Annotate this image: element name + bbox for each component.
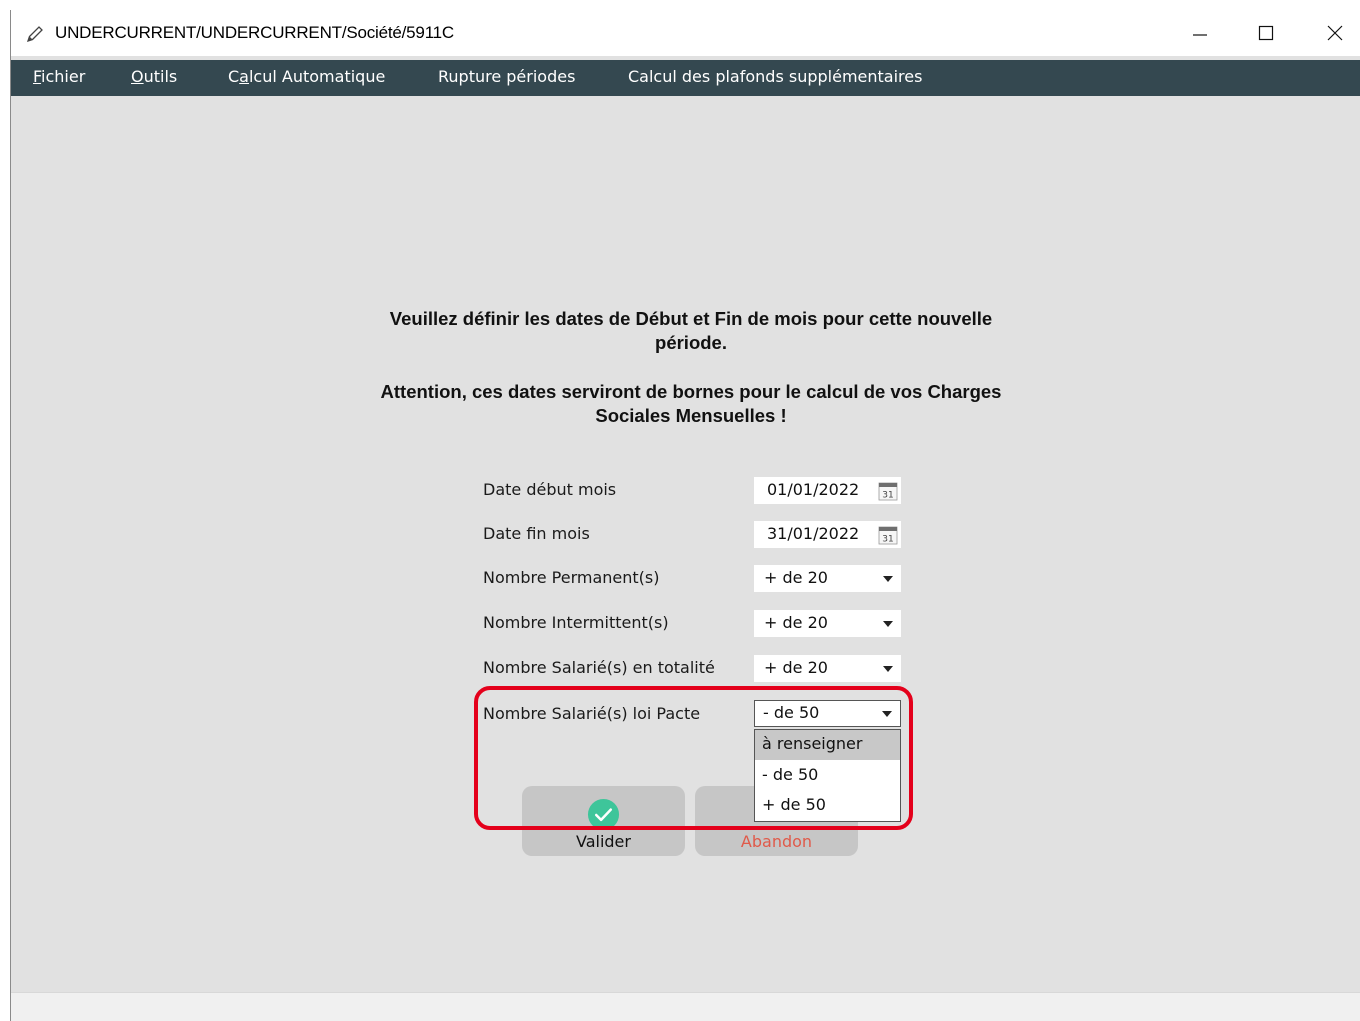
menu-calcul-automatique-mnemonic: a: [239, 67, 249, 86]
date-fin-value: 31/01/2022: [767, 524, 860, 543]
chevron-down-icon: [883, 576, 893, 582]
menu-outils-label: utils: [143, 67, 178, 86]
instruction-line-1: Veuillez définir les dates de Début et F…: [389, 308, 993, 329]
annotation-highlight: [474, 686, 913, 830]
instruction-line-1b: période.: [655, 332, 727, 353]
calendar-icon[interactable]: 31: [878, 525, 898, 545]
warning-line-1b: Sociales Mensuelles !: [595, 405, 787, 426]
status-bar: [11, 992, 1360, 1021]
menu-fichier-mnemonic: F: [33, 67, 42, 86]
maximize-button[interactable]: [1232, 10, 1300, 56]
salaries-totalite-select[interactable]: + de 20: [754, 655, 901, 682]
calendar-icon[interactable]: 31: [878, 481, 898, 501]
salaries-totalite-value: + de 20: [764, 658, 828, 677]
intermittents-select[interactable]: + de 20: [754, 610, 901, 637]
warning-message: Attention, ces dates serviront de bornes…: [301, 380, 1081, 428]
menu-calcul-plafonds[interactable]: Calcul des plafonds supplémentaires: [628, 67, 922, 86]
date-debut-value: 01/01/2022: [767, 480, 860, 499]
menu-calcul-automatique-label: lcul Automatique: [248, 67, 386, 86]
menu-fichier[interactable]: Fichier: [33, 67, 85, 86]
menu-outils[interactable]: Outils: [131, 67, 177, 86]
salaries-totalite-label: Nombre Salarié(s) en totalité: [483, 658, 715, 677]
date-fin-field[interactable]: 31/01/2022 31: [754, 521, 901, 548]
permanents-select[interactable]: + de 20: [754, 565, 901, 592]
date-fin-label: Date fin mois: [483, 524, 590, 543]
warning-line-1: Attention, ces dates serviront de bornes…: [380, 381, 1002, 402]
menu-fichier-label: ichier: [41, 67, 86, 86]
permanents-label: Nombre Permanent(s): [483, 568, 660, 587]
app-window: UNDERCURRENT/UNDERCURRENT/Société/5911C …: [10, 10, 1360, 1021]
close-button[interactable]: [1301, 10, 1360, 56]
intermittents-label: Nombre Intermittent(s): [483, 613, 669, 632]
window-title: UNDERCURRENT/UNDERCURRENT/Société/5911C: [55, 23, 455, 42]
valider-label: Valider: [576, 832, 631, 851]
minimize-icon: [1193, 34, 1207, 36]
minimize-button[interactable]: [1166, 10, 1234, 56]
main-content: Veuillez définir les dates de Début et F…: [11, 96, 1360, 992]
maximize-icon: [1258, 25, 1274, 41]
calendar-icon-text: 31: [882, 535, 893, 545]
chevron-down-icon: [883, 621, 893, 627]
menu-calcul-automatique-pre: C: [228, 67, 240, 86]
date-debut-field[interactable]: 01/01/2022 31: [754, 477, 901, 504]
menu-bar: Fichier Outils Calcul Automatique Ruptur…: [11, 60, 1360, 96]
pencil-icon: [26, 26, 43, 43]
permanents-value: + de 20: [764, 568, 828, 587]
instruction-message: Veuillez définir les dates de Début et F…: [301, 307, 1081, 355]
abandon-label: Abandon: [740, 832, 813, 851]
title-bar: UNDERCURRENT/UNDERCURRENT/Société/5911C: [11, 10, 1360, 56]
close-icon: [1327, 25, 1343, 41]
menu-outils-mnemonic: O: [131, 67, 144, 86]
calendar-icon-text: 31: [882, 491, 893, 501]
date-debut-label: Date début mois: [483, 480, 617, 499]
menu-calcul-automatique[interactable]: Calcul Automatique: [228, 67, 385, 86]
menu-rupture-periodes[interactable]: Rupture périodes: [438, 67, 575, 86]
intermittents-value: + de 20: [764, 613, 828, 632]
chevron-down-icon: [883, 666, 893, 672]
